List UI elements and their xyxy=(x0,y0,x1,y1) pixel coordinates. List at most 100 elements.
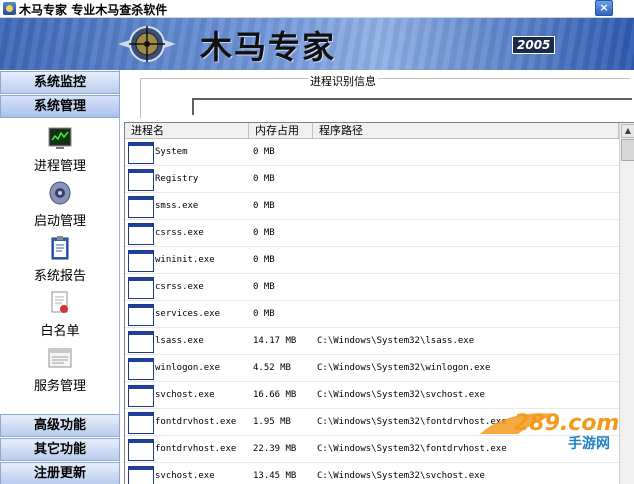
memory-cell: 0 MB xyxy=(253,309,275,319)
close-button[interactable]: × xyxy=(595,0,613,16)
sidebar-item-label: 进程管理 xyxy=(33,159,86,174)
table-row[interactable]: System 0 MB xyxy=(125,139,619,166)
table-row[interactable]: Registry 0 MB xyxy=(125,166,619,193)
scroll-thumb[interactable] xyxy=(621,139,634,161)
sidebar: 系统监控 系统管理 进程管理 启动管理 系统报告 白名单 服务管理 高级功能 其… xyxy=(0,70,120,484)
sidebar-item-whitelist[interactable]: 白名单 xyxy=(0,290,120,345)
sidebar-item-label: 白名单 xyxy=(40,324,80,339)
sidebar-section-register-update[interactable]: 注册更新 xyxy=(0,462,120,484)
process-name-cell: smss.exe xyxy=(155,201,199,211)
watermark-text: 289.com xyxy=(514,411,619,436)
process-window-icon xyxy=(128,169,154,191)
memory-cell: 4.52 MB xyxy=(253,363,291,373)
process-name-cell: wininit.exe xyxy=(155,255,215,265)
process-name-cell: services.exe xyxy=(155,309,221,319)
memory-cell: 14.17 MB xyxy=(253,336,297,346)
sidebar-item-system-report[interactable]: 系统报告 xyxy=(0,235,120,290)
column-header-memory[interactable]: 内存占用 xyxy=(249,123,313,139)
process-window-icon xyxy=(128,277,154,299)
site-watermark-logo: 289.com 手游网 xyxy=(480,411,619,452)
sidebar-item-label: 启动管理 xyxy=(33,214,86,229)
table-row[interactable]: smss.exe 0 MB xyxy=(125,193,619,220)
path-cell xyxy=(317,193,617,220)
sidebar-section-other[interactable]: 其它功能 xyxy=(0,438,120,461)
table-row[interactable]: csrss.exe 0 MB xyxy=(125,220,619,247)
banner-title: 木马专家 xyxy=(200,28,337,66)
sidebar-item-label: 系统报告 xyxy=(33,269,86,284)
startup-speaker-icon xyxy=(49,181,71,205)
process-window-icon xyxy=(128,304,154,326)
sidebar-item-process-management[interactable]: 进程管理 xyxy=(0,125,120,180)
process-window-icon xyxy=(128,331,154,353)
path-cell xyxy=(317,247,617,274)
process-window-icon xyxy=(128,439,154,461)
process-window-icon xyxy=(128,223,154,245)
path-cell xyxy=(317,274,617,301)
process-window-icon xyxy=(128,250,154,272)
path-cell: C:\Windows\System32\winlogon.exe xyxy=(317,363,491,373)
memory-cell: 1.95 MB xyxy=(253,417,291,427)
title-bar: 木马专家 专业木马查杀软件 × xyxy=(0,0,634,18)
sidebar-section-system-monitor[interactable]: 系统监控 xyxy=(0,71,120,94)
path-cell xyxy=(317,139,617,166)
process-window-icon xyxy=(128,142,154,164)
process-info-label: 进程识别信息 xyxy=(308,73,378,89)
path-cell: C:\Windows\System32\svchost.exe xyxy=(317,471,485,481)
sidebar-item-label: 服务管理 xyxy=(33,379,86,394)
window-title: 木马专家 专业木马查杀软件 xyxy=(19,1,167,18)
process-info-field[interactable] xyxy=(192,98,632,115)
process-name-cell: svchost.exe xyxy=(155,390,215,400)
table-row[interactable]: services.exe 0 MB xyxy=(125,301,619,328)
path-cell xyxy=(317,220,617,247)
process-window-icon xyxy=(128,196,154,218)
table-row[interactable]: csrss.exe 0 MB xyxy=(125,274,619,301)
process-name-cell: fontdrvhost.exe xyxy=(155,417,237,427)
process-name-cell: lsass.exe xyxy=(155,336,204,346)
column-header-process-name[interactable]: 进程名 xyxy=(125,123,249,139)
process-window-icon xyxy=(128,466,154,484)
watermark-subtext: 手游网 xyxy=(568,435,610,452)
sidebar-item-startup-management[interactable]: 启动管理 xyxy=(0,180,120,235)
table-row[interactable]: svchost.exe 13.45 MB C:\Windows\System32\s… xyxy=(125,463,619,484)
header-banner: 木马专家 2005 xyxy=(0,18,634,70)
memory-cell: 0 MB xyxy=(253,201,275,211)
process-window-icon xyxy=(128,358,154,380)
table-header: 进程名 内存占用 程序路径 xyxy=(125,123,619,139)
sidebar-section-advanced[interactable]: 高级功能 xyxy=(0,414,120,437)
app-subtitle: 专业木马查杀软件 xyxy=(71,3,168,17)
process-name-cell: Registry xyxy=(155,174,199,184)
app-icon xyxy=(3,2,16,15)
process-monitor-icon xyxy=(48,127,72,149)
version-badge: 2005 xyxy=(512,36,556,54)
app-name: 木马专家 xyxy=(19,3,68,17)
memory-cell: 22.39 MB xyxy=(253,444,297,454)
process-name-cell: System xyxy=(155,147,188,157)
process-name-cell: winlogon.exe xyxy=(155,363,221,373)
crosshair-emblem-icon xyxy=(118,26,176,62)
column-header-path[interactable]: 程序路径 xyxy=(313,123,619,139)
sidebar-section-system-management[interactable]: 系统管理 xyxy=(0,95,120,118)
whitelist-doc-icon xyxy=(51,291,68,313)
process-name-cell: fontdrvhost.exe xyxy=(155,444,237,454)
path-cell: C:\Windows\System32\lsass.exe xyxy=(317,336,475,346)
process-name-cell: svchost.exe xyxy=(155,471,215,481)
memory-cell: 0 MB xyxy=(253,147,275,157)
table-row[interactable]: wininit.exe 0 MB xyxy=(125,247,619,274)
table-row[interactable]: winlogon.exe 4.52 MB C:\Windows\System32\w… xyxy=(125,355,619,382)
process-info-panel: 进程识别信息 xyxy=(122,70,634,122)
path-cell xyxy=(317,166,617,193)
memory-cell: 0 MB xyxy=(253,255,275,265)
process-name-cell: csrss.exe xyxy=(155,228,204,238)
scroll-up-arrow-icon[interactable]: ▲ xyxy=(621,124,634,138)
process-name-cell: csrss.exe xyxy=(155,282,204,292)
report-clipboard-icon xyxy=(51,236,69,260)
memory-cell: 16.66 MB xyxy=(253,390,297,400)
memory-cell: 0 MB xyxy=(253,174,275,184)
memory-cell: 0 MB xyxy=(253,228,275,238)
memory-cell: 0 MB xyxy=(253,282,275,292)
table-row[interactable]: lsass.exe 14.17 MB C:\Windows\System32\lsa… xyxy=(125,328,619,355)
process-window-icon xyxy=(128,385,154,407)
service-window-icon xyxy=(48,348,72,368)
process-window-icon xyxy=(128,412,154,434)
sidebar-item-service-management[interactable]: 服务管理 xyxy=(0,345,120,400)
